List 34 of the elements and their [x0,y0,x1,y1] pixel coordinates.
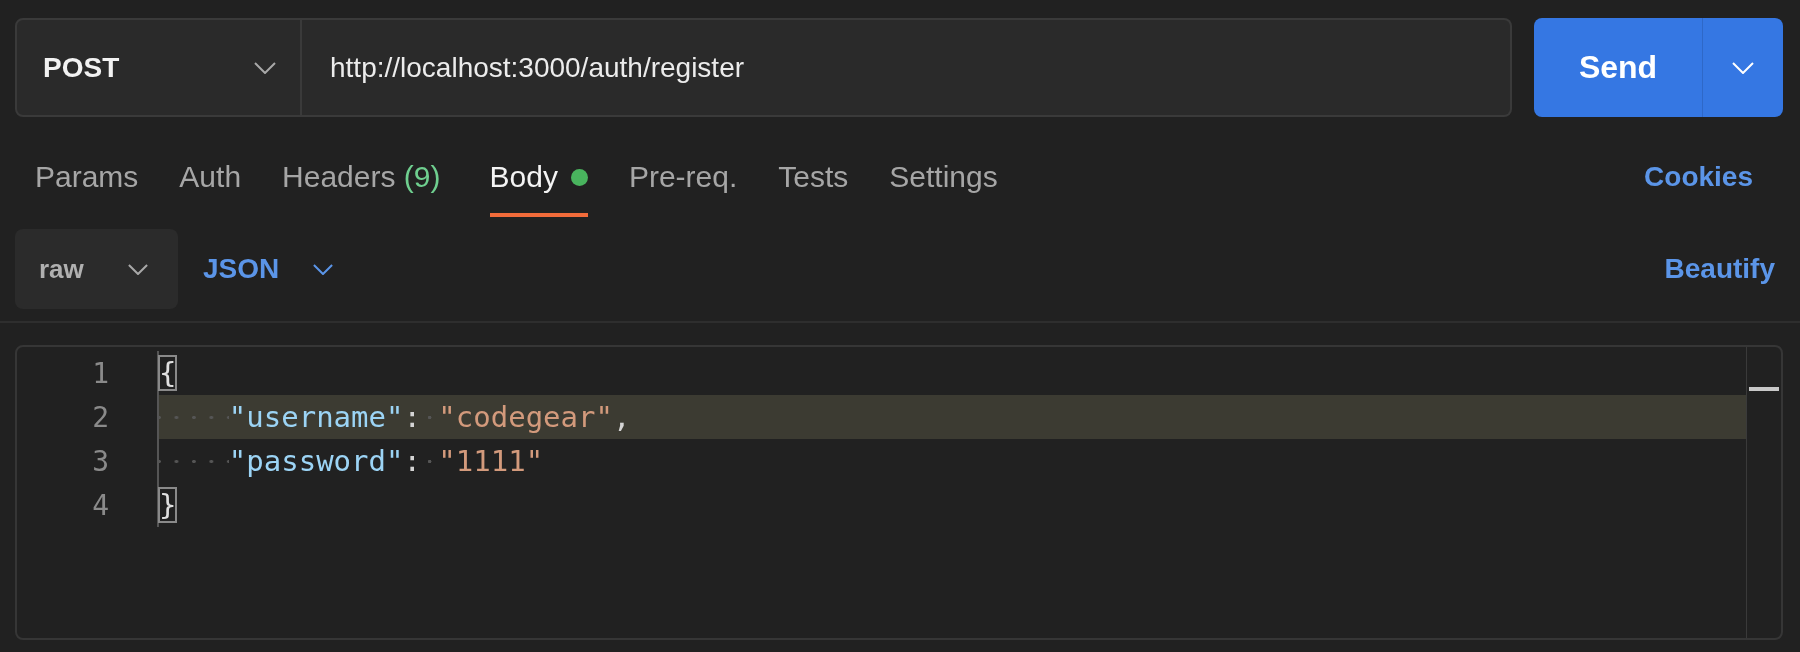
chevron-down-icon [254,61,276,74]
json-key: "username" [228,400,404,434]
line-number: 2 [91,400,109,434]
json-string: "1111" [438,444,544,478]
request-tab[interactable]: Params [35,117,139,217]
code-punctuation: : [403,400,421,434]
request-tab[interactable]: Auth [179,117,242,217]
line-number: 4 [91,488,109,522]
cursor-marker [1749,387,1779,391]
request-tab[interactable]: Body [489,117,588,217]
beautify-link[interactable]: Beautify [1664,253,1775,285]
chevron-down-icon [128,263,148,275]
header-count: (9) [403,160,441,194]
request-tab[interactable]: Headers (9) [282,117,441,217]
line-number: 3 [91,444,109,478]
chevron-down-icon [1732,61,1754,74]
code-editor[interactable]: 1 { 2 "username": "codegear", 3 "password": "1111" 4 } [15,345,1783,640]
chevron-down-icon [313,263,334,275]
code-brace: { [159,356,177,390]
json-string: "codegear" [438,400,613,434]
json-key: "password" [228,444,404,478]
code-punctuation: , [612,400,631,434]
code-brace: } [159,488,177,522]
request-tab[interactable]: Settings [889,117,998,217]
cookies-link[interactable]: Cookies [1644,161,1753,193]
url-field[interactable]: http://localhost:3000/auth/register [302,18,1512,117]
code-punctuation: : [403,444,421,478]
body-mode-dropdown[interactable]: raw [15,229,178,309]
method-dropdown[interactable]: POST [15,18,302,117]
send-button[interactable]: Send [1534,18,1703,117]
request-tab[interactable]: Pre-req. [628,117,738,217]
request-tab[interactable]: Tests [778,117,849,217]
language-dropdown[interactable]: JSON [203,253,334,285]
line-number: 1 [91,356,109,390]
